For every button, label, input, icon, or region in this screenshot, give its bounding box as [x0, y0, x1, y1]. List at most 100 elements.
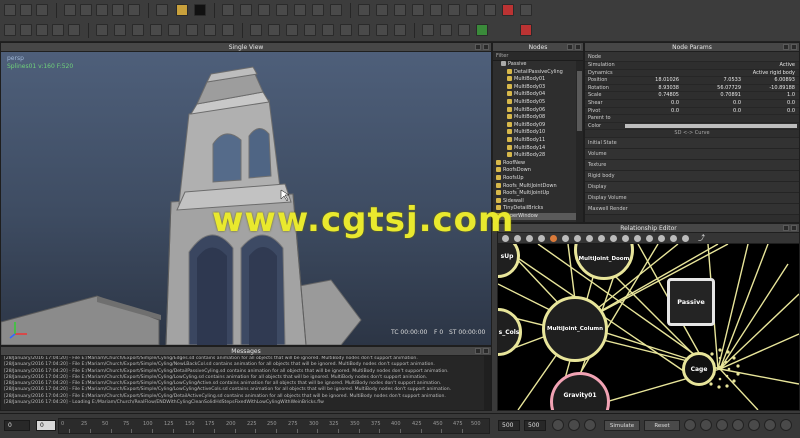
shear-y[interactable]: 0.0	[733, 100, 741, 108]
layout-icon[interactable]	[622, 235, 629, 242]
section-initial-state[interactable]: Initial State	[585, 137, 799, 149]
section-display-volume[interactable]: Display Volume	[585, 192, 799, 204]
node-item[interactable]: MultiBody01	[493, 76, 577, 84]
k-volume-icon[interactable]	[340, 24, 352, 36]
emitter-icon[interactable]	[176, 4, 188, 16]
section-texture[interactable]: Texture	[585, 159, 799, 171]
output-icon[interactable]	[466, 4, 478, 16]
node-item[interactable]: Passive	[493, 61, 577, 69]
simulation-dropdown[interactable]: Active	[780, 62, 795, 70]
ocean-icon[interactable]	[440, 24, 452, 36]
gear-icon[interactable]	[780, 419, 792, 431]
panel-menu-icon[interactable]	[783, 225, 789, 231]
preview-icon[interactable]	[448, 4, 460, 16]
mesh-filter-icon[interactable]	[598, 235, 605, 242]
select-icon[interactable]	[64, 4, 76, 16]
new-scene-icon[interactable]	[4, 4, 16, 16]
node-item[interactable]: MultiBody05	[493, 98, 577, 107]
panel-close-icon[interactable]	[483, 348, 489, 354]
param-simulation[interactable]: Simulation Active	[585, 62, 799, 70]
play-icon[interactable]	[568, 419, 580, 431]
pivot-z[interactable]: 0.0	[787, 108, 795, 116]
sphere-icon[interactable]	[114, 24, 126, 36]
graph-icon[interactable]	[358, 4, 370, 16]
mesh-toggle-icon[interactable]	[716, 419, 728, 431]
export-icon[interactable]	[430, 4, 442, 16]
cylinder-icon[interactable]	[132, 24, 144, 36]
nodes-scrollbar[interactable]	[576, 61, 583, 222]
shear-x[interactable]: 0.0	[671, 100, 679, 108]
node-item[interactable]: MultiBody28	[493, 152, 577, 160]
panel-close-icon[interactable]	[575, 44, 581, 50]
null-icon[interactable]	[204, 24, 216, 36]
rotate-view-icon[interactable]	[514, 235, 521, 242]
axis-icon[interactable]	[128, 4, 140, 16]
graph-icon[interactable]	[670, 235, 677, 242]
param-position[interactable]: Position 18.01026 7.0533 6.00893	[585, 77, 799, 85]
hybrido-icon[interactable]	[458, 24, 470, 36]
section-maxwell-render[interactable]: Maxwell Render	[585, 203, 799, 215]
panel-menu-icon[interactable]	[475, 44, 481, 50]
color-swatch[interactable]	[625, 123, 797, 129]
param-color[interactable]: Color	[585, 123, 799, 131]
cube-icon[interactable]	[240, 4, 252, 16]
panel-close-icon[interactable]	[791, 44, 797, 50]
node-item[interactable]: MultiBody04	[493, 91, 577, 99]
export-toggle-icon[interactable]	[700, 419, 712, 431]
node-item[interactable]: MultiBody06	[493, 106, 577, 115]
node-item[interactable]: RoofsDown	[493, 167, 577, 175]
unlink-all-icon[interactable]	[538, 235, 545, 242]
panel-menu-icon[interactable]	[567, 44, 573, 50]
node-item[interactable]: MultiBody03	[493, 83, 577, 92]
node-item[interactable]: MultiBody10	[493, 129, 577, 137]
script-icon[interactable]	[394, 4, 406, 16]
rotation-y[interactable]: 56.07729	[717, 85, 741, 93]
batch-icon[interactable]	[412, 4, 424, 16]
zoom-fit-icon[interactable]	[634, 235, 641, 242]
settings-toggle-icon[interactable]	[764, 419, 776, 431]
cache-icon[interactable]	[520, 24, 532, 36]
panel-close-icon[interactable]	[483, 44, 489, 50]
wet-icon[interactable]	[476, 24, 488, 36]
param-pivot[interactable]: Pivot 0.0 0.0 0.0	[585, 108, 799, 116]
node-item[interactable]: MultiBody11	[493, 136, 577, 145]
messages-scrollbar[interactable]	[484, 356, 491, 410]
shear-z[interactable]: 0.0	[787, 100, 795, 108]
node-item[interactable]: MultiBody09	[493, 121, 577, 130]
vortex-icon[interactable]	[268, 24, 280, 36]
sd-curve-toggle[interactable]: SD <-> Curve	[585, 130, 799, 138]
node-item[interactable]: RoofsUp	[493, 174, 577, 183]
mesh-icon[interactable]	[294, 4, 306, 16]
param-shear[interactable]: Shear 0.0 0.0 0.0	[585, 100, 799, 108]
light-icon[interactable]	[330, 4, 342, 16]
camera-object-icon[interactable]	[312, 4, 324, 16]
render-icon[interactable]	[520, 4, 532, 16]
mesh-build-icon[interactable]	[484, 4, 496, 16]
position-x[interactable]: 18.01026	[655, 77, 679, 85]
node-item[interactable]: MultiBody08	[493, 114, 577, 122]
node-item[interactable]: Roofs_MultiJointDown	[493, 182, 577, 191]
rotation-x[interactable]: 8.93038	[658, 85, 679, 93]
link-icon[interactable]	[36, 24, 48, 36]
viewport-canvas[interactable]: persp Splines01 v:160 F:520 TC 00:00:00 …	[1, 52, 491, 345]
daemon-icon[interactable]	[276, 4, 288, 16]
link-all-icon[interactable]	[526, 235, 533, 242]
param-parent[interactable]: Parent to	[585, 115, 799, 123]
panel-close-icon[interactable]	[791, 225, 797, 231]
tree-icon[interactable]	[682, 235, 689, 242]
open-scene-icon[interactable]	[20, 4, 32, 16]
node-tab[interactable]: Node	[585, 52, 799, 62]
cut-icon[interactable]	[20, 24, 32, 36]
unlink-icon[interactable]	[52, 24, 64, 36]
frame-ruler[interactable]: 0 25 50 75 100 125 150 175 200 225 250 2…	[58, 418, 490, 434]
cone-icon[interactable]	[186, 24, 198, 36]
filter-icon[interactable]	[550, 235, 557, 242]
max-frame-field[interactable]: 500	[524, 420, 546, 431]
reset-button[interactable]: Reset	[644, 420, 680, 431]
param-scale[interactable]: Scale 0.74805 0.70891 1.0	[585, 92, 799, 100]
attractor-icon[interactable]	[286, 24, 298, 36]
particle-tool-icon[interactable]	[4, 24, 16, 36]
node-passive[interactable]: Passive	[667, 278, 715, 326]
k-speed-icon[interactable]	[376, 24, 388, 36]
section-volume[interactable]: Volume	[585, 148, 799, 160]
